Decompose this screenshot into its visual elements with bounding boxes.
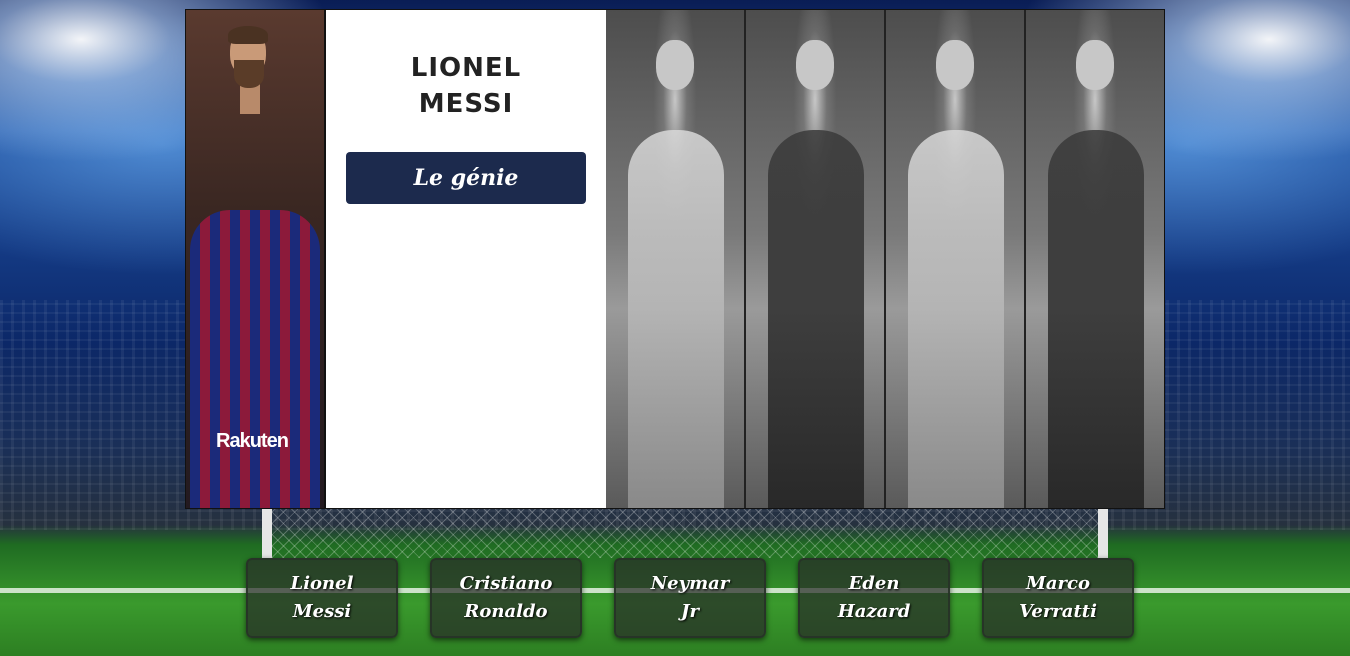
button-line-1: Lionel <box>290 573 354 594</box>
button-line-1: Eden <box>848 573 900 594</box>
featured-player-photo: Rakuten <box>186 10 326 508</box>
player-silhouette <box>908 130 1004 508</box>
player-button-neymar[interactable]: Neymar Jr <box>614 558 766 638</box>
player-buttons: Lionel Messi Cristiano Ronaldo Neymar Jr… <box>0 558 1350 640</box>
gallery-photo-verratti <box>1024 10 1164 508</box>
button-line-1: Marco <box>1025 573 1091 594</box>
neck <box>240 84 260 114</box>
player-silhouette-head <box>796 40 834 90</box>
button-line-2: Jr <box>681 601 699 622</box>
jersey-sponsor: Rakuten <box>216 430 289 452</box>
player-silhouette <box>768 130 864 508</box>
player-tagline: Le génie <box>346 152 586 204</box>
player-button-hazard[interactable]: Eden Hazard <box>798 558 950 638</box>
button-line-2: Hazard <box>837 601 911 622</box>
button-line-1: Neymar <box>650 573 730 594</box>
player-first-name: LIONEL <box>410 53 522 83</box>
button-line-1: Cristiano <box>459 573 553 594</box>
goal-net <box>262 508 1108 558</box>
player-name: LIONEL MESSI <box>326 50 606 122</box>
player-silhouette-head <box>1076 40 1114 90</box>
player-info: LIONEL MESSI Le génie <box>326 10 606 508</box>
players-gallery <box>606 10 1164 508</box>
player-silhouette <box>628 130 724 508</box>
gallery-photo-hazard <box>884 10 1024 508</box>
player-beard <box>234 60 264 88</box>
player-button-ronaldo[interactable]: Cristiano Ronaldo <box>430 558 582 638</box>
player-panel: Rakuten LIONEL MESSI Le génie <box>185 9 1165 509</box>
button-line-2: Ronaldo <box>464 601 548 622</box>
gallery-photo-ronaldo <box>606 10 744 508</box>
player-last-name: MESSI <box>418 89 514 119</box>
player-silhouette-head <box>936 40 974 90</box>
jersey <box>190 210 320 508</box>
button-line-2: Messi <box>292 601 352 622</box>
player-button-messi[interactable]: Lionel Messi <box>246 558 398 638</box>
player-button-verratti[interactable]: Marco Verratti <box>982 558 1134 638</box>
button-line-2: Verratti <box>1019 601 1097 622</box>
gallery-photo-neymar <box>744 10 884 508</box>
player-hair <box>228 26 268 44</box>
player-silhouette <box>1048 130 1144 508</box>
player-silhouette-head <box>656 40 694 90</box>
